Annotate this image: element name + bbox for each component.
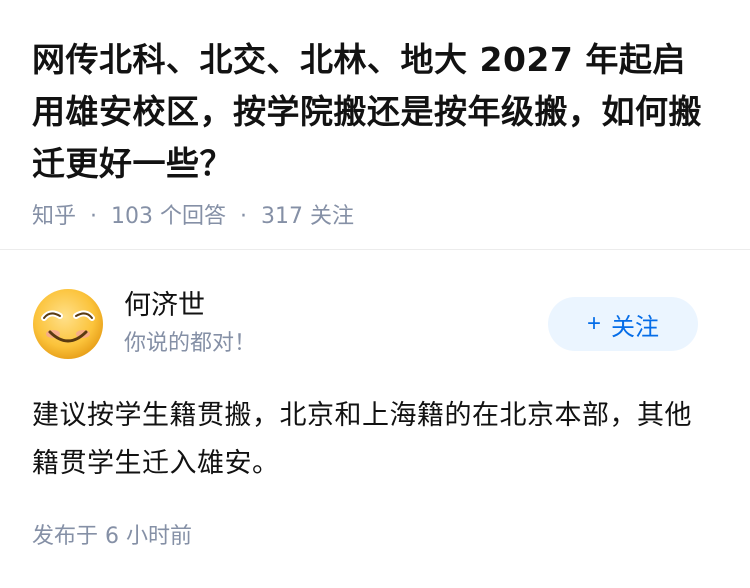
question-header: 网传北科、北交、北林、地大 2027 年起启用雄安校区，按学院搬还是按年级搬，如… bbox=[0, 0, 750, 232]
divider bbox=[0, 249, 750, 250]
follow-button-label: 关注 bbox=[611, 313, 659, 341]
question-title[interactable]: 网传北科、北交、北林、地大 2027 年起启用雄安校区，按学院搬还是按年级搬，如… bbox=[32, 34, 718, 190]
source-label[interactable]: 知乎 bbox=[32, 202, 76, 232]
follow-button[interactable]: + 关注 bbox=[548, 297, 698, 351]
answer-count[interactable]: 103 个回答 bbox=[111, 202, 226, 232]
author-name[interactable]: 何济世 bbox=[124, 288, 548, 324]
separator-dot: · bbox=[90, 204, 98, 229]
avatar[interactable] bbox=[32, 288, 104, 360]
plus-icon: + bbox=[586, 310, 601, 337]
follower-count: 317 关注 bbox=[261, 204, 355, 229]
author-info: 何济世 你说的都对！ bbox=[124, 288, 548, 360]
author-bio: 你说的都对！ bbox=[124, 331, 257, 356]
page: 网传北科、北交、北林、地大 2027 年起启用雄安校区，按学院搬还是按年级搬，如… bbox=[0, 0, 750, 588]
separator-dot: · bbox=[240, 204, 248, 229]
answer-content[interactable]: 建议按学生籍贯搬，北京和上海籍的在北京本部，其他籍贯学生迁入雄安。 bbox=[32, 392, 698, 488]
question-meta: 知乎 · 103 个回答 · 317 关注 bbox=[32, 202, 718, 232]
answer-card: 何济世 你说的都对！ + 关注 建议按学生籍贯搬，北京和上海籍的在北京本部，其他… bbox=[32, 284, 698, 488]
author-row: 何济世 你说的都对！ + 关注 bbox=[32, 284, 698, 364]
publish-time: 发布于 6 小时前 bbox=[32, 524, 192, 549]
